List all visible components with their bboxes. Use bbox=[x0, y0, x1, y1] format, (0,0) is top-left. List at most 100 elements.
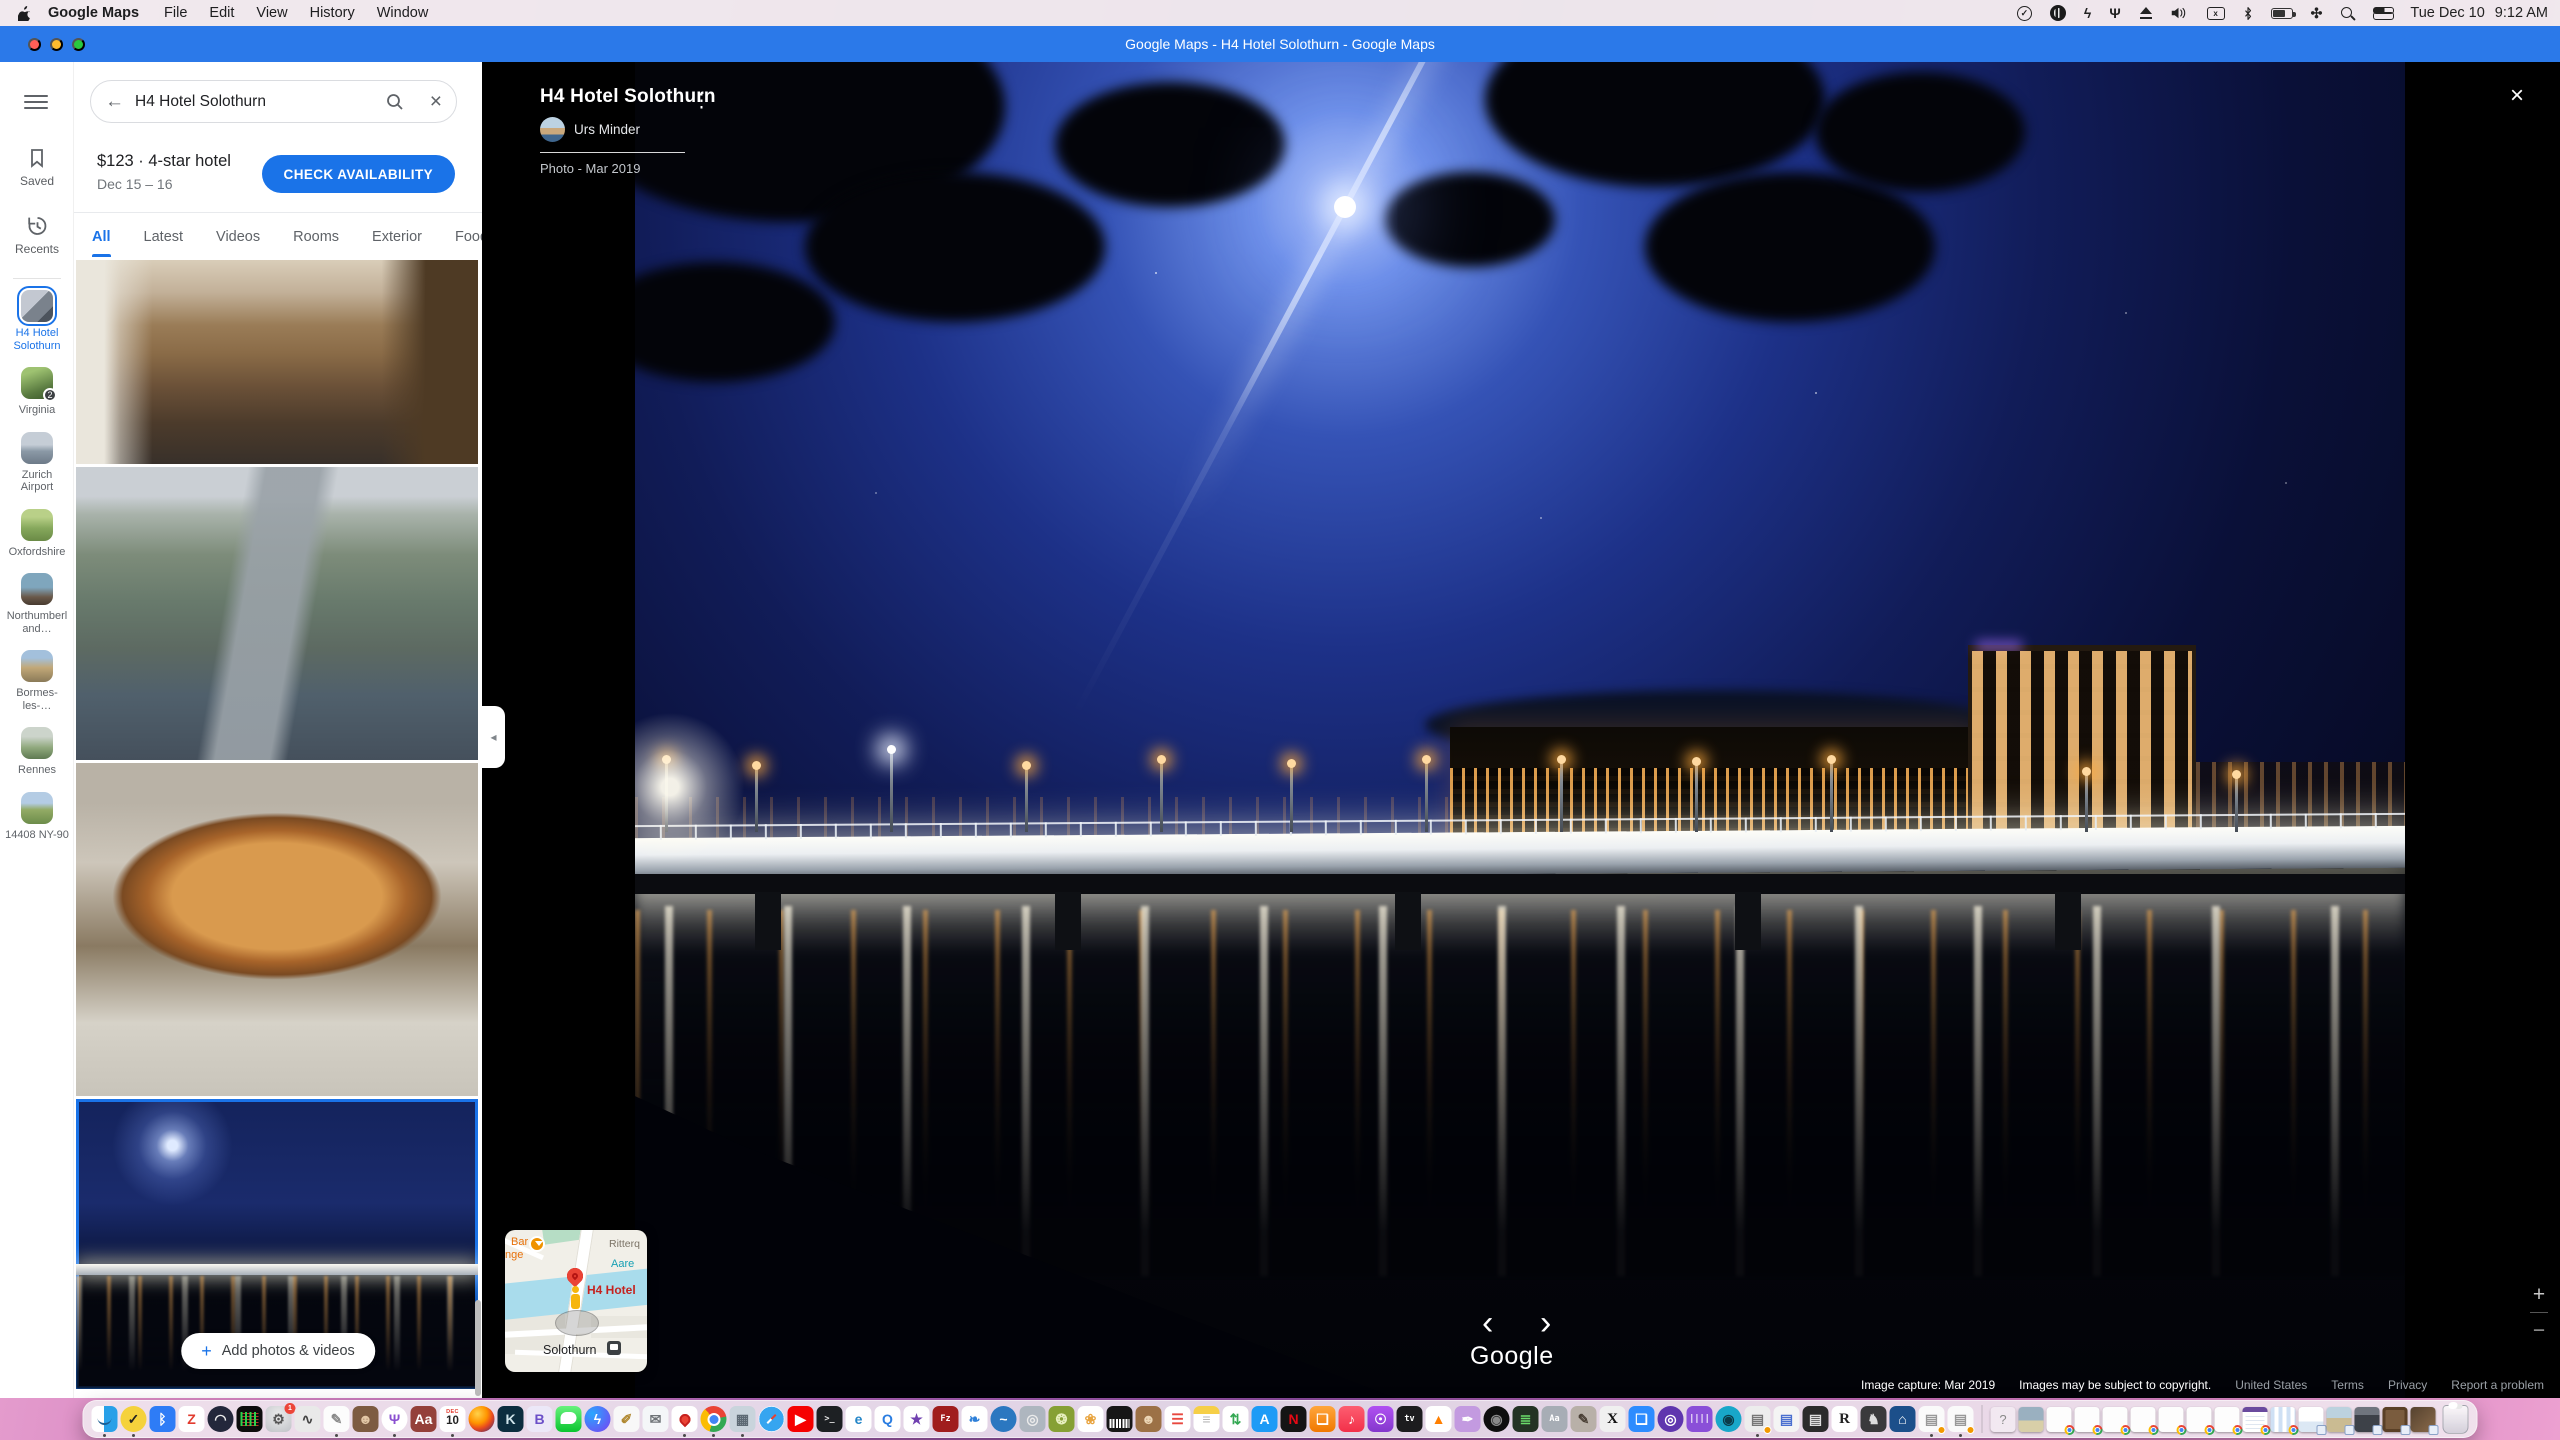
dock-quicktime[interactable]: Q bbox=[875, 1406, 901, 1432]
dock-notes[interactable]: ≡ bbox=[1194, 1406, 1220, 1432]
dock-fax-printer-2[interactable]: ▤ bbox=[1948, 1406, 1974, 1432]
dock-finder[interactable] bbox=[92, 1406, 118, 1432]
dock-home-app[interactable]: ⌂ bbox=[1890, 1406, 1916, 1432]
footer-privacy[interactable]: Privacy bbox=[2388, 1378, 2427, 1392]
recents-button[interactable]: Recents bbox=[0, 214, 74, 256]
dock-reminders[interactable]: ☰ bbox=[1165, 1406, 1191, 1432]
photo-thumb-river-aerial[interactable] bbox=[76, 467, 478, 760]
volume-status-icon[interactable] bbox=[2171, 0, 2189, 26]
window-chrome-7[interactable] bbox=[2215, 1407, 2240, 1432]
back-arrow-icon[interactable]: ← bbox=[105, 91, 135, 113]
tab-rooms[interactable]: Rooms bbox=[293, 213, 339, 260]
window-chrome-2[interactable] bbox=[2075, 1407, 2100, 1432]
menu-edit[interactable]: Edit bbox=[198, 5, 245, 21]
flash-status-icon[interactable]: ϟ bbox=[2084, 0, 2091, 26]
zoom-out-icon[interactable]: − bbox=[2533, 1320, 2545, 1341]
window-grid[interactable] bbox=[2271, 1407, 2296, 1432]
dock-mail[interactable]: ✉ bbox=[643, 1406, 669, 1432]
dock-google-maps[interactable] bbox=[672, 1406, 698, 1432]
menu-view[interactable]: View bbox=[245, 5, 298, 21]
author-avatar[interactable] bbox=[540, 117, 565, 142]
dock-voice-memos[interactable]: |||| bbox=[1687, 1406, 1713, 1432]
clear-search-icon[interactable]: × bbox=[412, 90, 442, 114]
rail-place-oxfordshire[interactable]: Oxfordshire bbox=[2, 509, 72, 559]
dock-disc-burner[interactable]: ◎ bbox=[1020, 1406, 1046, 1432]
dock-edge[interactable]: e bbox=[846, 1406, 872, 1432]
window-chrome-5[interactable] bbox=[2159, 1407, 2184, 1432]
dock-apple-tv[interactable]: tv bbox=[1397, 1406, 1423, 1432]
dock-bluetooth[interactable]: ᛒ bbox=[150, 1406, 176, 1432]
collapse-panel-icon[interactable]: ◂ bbox=[482, 706, 505, 768]
window-ghost[interactable]: ? bbox=[1991, 1407, 2016, 1432]
menu-file[interactable]: File bbox=[153, 5, 198, 21]
dock-piano[interactable] bbox=[1107, 1406, 1133, 1432]
dock-kindle[interactable]: K bbox=[498, 1406, 524, 1432]
minimap-bar-poi-icon[interactable] bbox=[529, 1236, 545, 1252]
rail-place-rennes[interactable]: Rennes bbox=[2, 727, 72, 777]
dock-speedtest[interactable]: ◠ bbox=[208, 1406, 234, 1432]
spotlight-search-icon[interactable] bbox=[2340, 0, 2355, 26]
dock-obs[interactable]: ◎ bbox=[1658, 1406, 1684, 1432]
photo-options-kebab-icon[interactable]: ⋮ bbox=[692, 90, 711, 113]
dock-photos[interactable]: ❀ bbox=[1078, 1406, 1104, 1432]
dock-printer-center[interactable]: ▤ bbox=[1745, 1406, 1771, 1432]
menu-clock[interactable]: Tue Dec 10 9:12 AM bbox=[2410, 5, 2548, 21]
footer-united-states[interactable]: United States bbox=[2235, 1378, 2307, 1392]
dock-app-store[interactable]: A bbox=[1252, 1406, 1278, 1432]
dock-filezilla[interactable]: Fz bbox=[933, 1406, 959, 1432]
fan-status-icon[interactable]: ✣ bbox=[2311, 0, 2323, 26]
dock-writing-app[interactable]: ✒ bbox=[1455, 1406, 1481, 1432]
striped-circle-status-icon[interactable] bbox=[2050, 0, 2066, 26]
dock-zinio[interactable]: Z bbox=[179, 1406, 205, 1432]
main-photo-night-bridge[interactable] bbox=[635, 62, 2405, 1398]
input-source-status-icon[interactable]: x bbox=[2207, 0, 2225, 26]
dock-netflix[interactable]: N bbox=[1281, 1406, 1307, 1432]
minimap[interactable]: Bar nge Ritterq Aare H4 Hotel Solothurn bbox=[505, 1230, 647, 1372]
tab-exterior[interactable]: Exterior bbox=[372, 213, 422, 260]
dock-inkjet-printer[interactable]: ▤ bbox=[1803, 1406, 1829, 1432]
window-beach-photo[interactable] bbox=[2327, 1407, 2352, 1432]
apple-icon[interactable] bbox=[18, 5, 32, 21]
usb-status-icon[interactable]: Ψ bbox=[2109, 0, 2120, 26]
dock-dictionary[interactable]: Aa bbox=[411, 1406, 437, 1432]
dock-audio-meter[interactable] bbox=[237, 1406, 263, 1432]
dock-screenshot[interactable]: ▦ bbox=[730, 1406, 756, 1432]
dock-messages[interactable] bbox=[556, 1406, 582, 1432]
photo-author[interactable]: Urs Minder bbox=[574, 122, 640, 137]
dock-messenger[interactable]: ϟ bbox=[585, 1406, 611, 1432]
dock-gimp[interactable]: ✎ bbox=[1571, 1406, 1597, 1432]
dock-terminal[interactable]: >_ bbox=[817, 1406, 843, 1432]
dock-toothfairy[interactable]: ✓ bbox=[121, 1406, 147, 1432]
dock-retro-terminal[interactable]: ≣ bbox=[1513, 1406, 1539, 1432]
photo-thumb-hotel-room[interactable] bbox=[76, 260, 478, 464]
menu-app-name[interactable]: Google Maps bbox=[48, 5, 139, 21]
dock-x11[interactable]: X bbox=[1600, 1406, 1626, 1432]
dock-transit-maps[interactable]: ⇅ bbox=[1223, 1406, 1249, 1432]
zoom-in-icon[interactable]: + bbox=[2533, 1284, 2545, 1305]
dock-textedit[interactable]: ✎ bbox=[324, 1406, 350, 1432]
tab-latest[interactable]: Latest bbox=[144, 213, 184, 260]
minimap-pegman[interactable] bbox=[570, 1286, 581, 1310]
dock-contacts[interactable]: ☻ bbox=[1136, 1406, 1162, 1432]
dock-usb-utility[interactable]: Ψ bbox=[382, 1406, 408, 1432]
trash-icon[interactable] bbox=[2443, 1405, 2469, 1434]
rail-place-14408-ny-90[interactable]: 14408 NY-90 bbox=[2, 792, 72, 842]
sync-check-status-icon[interactable]: ✓ bbox=[2017, 0, 2032, 26]
dock-webcam[interactable]: ◉ bbox=[1716, 1406, 1742, 1432]
window-framed-photo[interactable] bbox=[2383, 1407, 2408, 1432]
window-document[interactable] bbox=[2299, 1407, 2324, 1432]
rail-place-bormes-les[interactable]: Bormes-les-… bbox=[2, 650, 72, 712]
window-photo[interactable] bbox=[2019, 1407, 2044, 1432]
tab-food[interactable]: Food bbox=[455, 213, 482, 260]
search-input[interactable] bbox=[135, 93, 378, 111]
close-viewer-icon[interactable]: × bbox=[2510, 82, 2524, 110]
window-people-photo[interactable] bbox=[2355, 1407, 2380, 1432]
dock-quill-app[interactable]: ❧ bbox=[962, 1406, 988, 1432]
menu-window[interactable]: Window bbox=[366, 5, 440, 21]
tab-all[interactable]: All bbox=[92, 213, 111, 260]
bluetooth-status-icon[interactable] bbox=[2243, 0, 2253, 26]
dock-openoffice[interactable]: ~ bbox=[991, 1406, 1017, 1432]
photo-thumb-burger[interactable] bbox=[76, 763, 478, 1096]
control-center-icon[interactable] bbox=[2373, 0, 2392, 26]
window-chrome-6[interactable] bbox=[2187, 1407, 2212, 1432]
